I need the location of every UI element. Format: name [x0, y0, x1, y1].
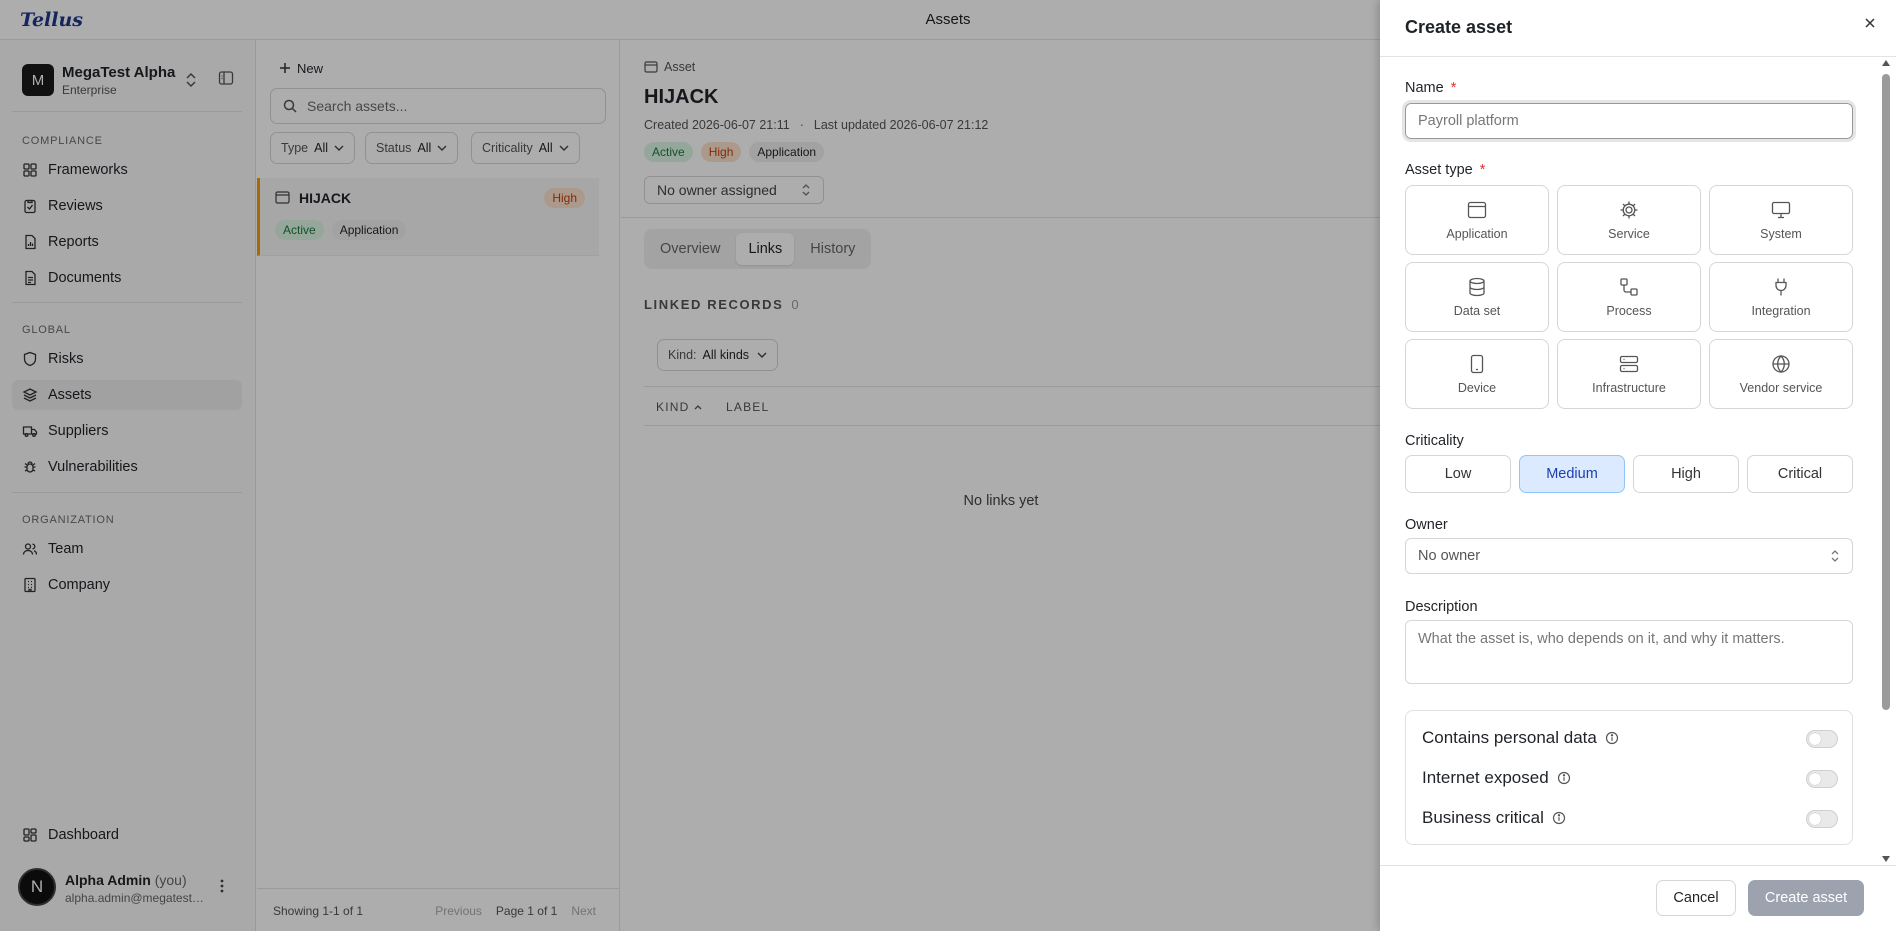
window-icon	[1466, 199, 1488, 221]
type-option-service[interactable]: Service	[1557, 185, 1701, 255]
type-option-label: Infrastructure	[1592, 381, 1666, 395]
info-icon[interactable]	[1605, 731, 1619, 745]
type-option-integration[interactable]: Integration	[1709, 262, 1853, 332]
criticality-label: Criticality	[1405, 433, 1464, 449]
flags-panel: Contains personal data Internet exposed …	[1405, 710, 1853, 845]
type-option-device[interactable]: Device	[1405, 339, 1549, 409]
plug-icon	[1770, 276, 1792, 298]
asset-type-label: Asset type *	[1405, 162, 1485, 178]
flag-label: Business critical	[1422, 808, 1544, 827]
criticality-critical[interactable]: Critical	[1747, 455, 1853, 493]
close-icon[interactable]	[1863, 16, 1877, 30]
type-option-vendor-service[interactable]: Vendor service	[1709, 339, 1853, 409]
type-option-label: Application	[1446, 227, 1508, 241]
type-option-label: System	[1760, 227, 1802, 241]
name-label-text: Name	[1405, 80, 1444, 96]
criticality-medium[interactable]: Medium	[1519, 455, 1625, 493]
required-mark: *	[1450, 80, 1457, 96]
name-label: Name *	[1405, 80, 1456, 96]
criticality-high[interactable]: High	[1633, 455, 1739, 493]
flag-business-critical: Business critical	[1422, 806, 1838, 830]
scroll-down-arrow[interactable]	[1882, 856, 1890, 862]
type-option-label: Device	[1457, 381, 1497, 395]
scrollbar-thumb[interactable]	[1882, 74, 1890, 710]
globe-icon	[1770, 353, 1792, 375]
type-option-infrastructure[interactable]: Infrastructure	[1557, 339, 1701, 409]
type-option-label: Service	[1608, 227, 1650, 241]
type-option-label: Data set	[1453, 304, 1501, 318]
owner-select-value: No owner	[1418, 548, 1481, 564]
scroll-up-arrow[interactable]	[1882, 60, 1890, 66]
required-mark: *	[1479, 162, 1486, 178]
database-icon	[1466, 276, 1488, 298]
asset-type-grid: Application Service System Data set Proc…	[1405, 185, 1853, 409]
drawer-footer: Cancel Create asset	[1380, 865, 1896, 931]
info-icon[interactable]	[1557, 771, 1571, 785]
type-option-system[interactable]: System	[1709, 185, 1853, 255]
flag-label: Contains personal data	[1422, 728, 1597, 747]
owner-select[interactable]: No owner	[1405, 538, 1853, 574]
criticality-options: Low Medium High Critical	[1405, 455, 1853, 493]
flag-internet-exposed: Internet exposed	[1422, 766, 1838, 790]
create-asset-drawer: Create asset Name * Asset type * Applicati…	[1380, 0, 1896, 931]
divider	[1380, 56, 1896, 57]
gear-icon	[1618, 199, 1640, 221]
cancel-button[interactable]: Cancel	[1656, 880, 1736, 916]
name-input[interactable]	[1402, 100, 1856, 142]
smartphone-icon	[1466, 353, 1488, 375]
type-option-application[interactable]: Application	[1405, 185, 1549, 255]
personal-data-toggle[interactable]	[1806, 730, 1838, 748]
owner-label: Owner	[1405, 517, 1448, 533]
asset-type-label-text: Asset type	[1405, 162, 1473, 178]
internet-exposed-toggle[interactable]	[1806, 770, 1838, 788]
monitor-icon	[1770, 199, 1792, 221]
description-label: Description	[1405, 599, 1478, 615]
flag-personal-data: Contains personal data	[1422, 726, 1838, 750]
workflow-icon	[1618, 276, 1640, 298]
server-icon	[1618, 353, 1640, 375]
type-option-label: Process	[1606, 304, 1652, 318]
info-icon[interactable]	[1552, 811, 1566, 825]
scrollbar[interactable]	[1880, 60, 1892, 870]
type-option-data-set[interactable]: Data set	[1405, 262, 1549, 332]
type-option-label: Integration	[1751, 304, 1811, 318]
drawer-title: Create asset	[1405, 17, 1513, 37]
type-option-label: Vendor service	[1739, 381, 1823, 395]
type-option-process[interactable]: Process	[1557, 262, 1701, 332]
chevrons-up-down-icon	[1830, 549, 1840, 563]
business-critical-toggle[interactable]	[1806, 810, 1838, 828]
flag-label: Internet exposed	[1422, 768, 1549, 787]
modal-overlay[interactable]	[0, 0, 1380, 931]
criticality-low[interactable]: Low	[1405, 455, 1511, 493]
create-asset-button[interactable]: Create asset	[1748, 880, 1864, 916]
description-textarea[interactable]	[1405, 620, 1853, 684]
